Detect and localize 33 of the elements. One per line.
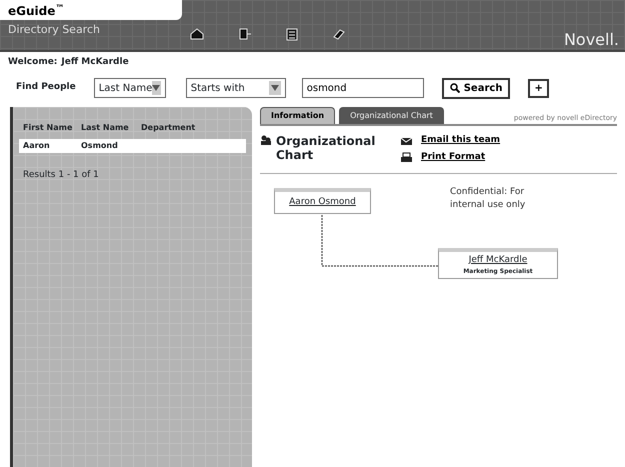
section-title: Organizational Chart	[276, 134, 376, 164]
door-icon[interactable]	[238, 28, 252, 40]
tab[interactable]: Information	[260, 106, 336, 124]
result-row[interactable]: Aaron Osmond	[19, 138, 246, 152]
confidential-note: Confidential: For internal use only	[450, 186, 526, 212]
search-icon	[450, 83, 460, 93]
field-dropdown[interactable]: Last Name	[94, 78, 166, 98]
column-header: Department	[141, 122, 196, 134]
search-button[interactable]: Search	[442, 78, 510, 98]
brand-logo: Novell.	[564, 29, 619, 51]
book-icon[interactable]	[332, 28, 346, 40]
person-link[interactable]: Jeff McKardle	[441, 254, 555, 267]
results-summary: Results 1 - 1 of 1	[22, 168, 100, 182]
printer-icon	[400, 152, 413, 164]
search-field[interactable]: osmond	[302, 78, 424, 98]
caret-icon	[152, 84, 160, 91]
home-icon[interactable]	[190, 28, 204, 40]
welcome-label: Welcome:	[8, 56, 58, 69]
column-header: First Name	[23, 122, 74, 134]
link[interactable]: Email this team	[421, 134, 500, 147]
header-subtitle: Directory Search	[7, 22, 101, 38]
list-icon[interactable]	[286, 28, 298, 41]
caret-icon	[270, 84, 279, 91]
user-name: Jeff McKardle	[61, 56, 129, 69]
link[interactable]: Print Format	[421, 151, 486, 164]
operator-dropdown[interactable]: Starts with	[186, 78, 286, 98]
app-logo: eGuide$^{™}$	[0, 0, 182, 20]
person-link[interactable]: Aaron Osmond	[279, 196, 366, 209]
tab[interactable]: Organizational Chart	[339, 106, 444, 124]
add-button[interactable]: +	[528, 78, 549, 98]
people-icon	[260, 134, 272, 146]
column-header: Last Name	[81, 122, 130, 134]
find-people-label: Find People	[16, 81, 76, 94]
